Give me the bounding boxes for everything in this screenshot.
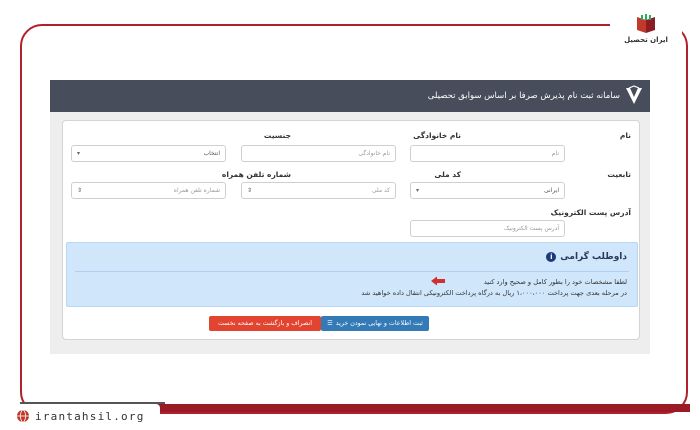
email-placeholder: آدرس پست الکترونیک [504,225,559,232]
notice-line-2: در مرحله بعدی جهت پرداخت ۱،۰۰۰،۰۰۰ ریال … [361,289,627,297]
registration-window: سامانه ثبت نام پذیرش صرفا بر اساس سوابق … [50,80,650,354]
email-label: آدرس پست الکترونیک [550,208,631,217]
name-label: نام [619,131,631,140]
brand-logo: ایران تحصیل [610,4,682,54]
submit-button-label: ثبت اطلاعات و نهایی نمودن خرید [335,320,423,327]
site-url-badge: irantahsil.org [10,404,160,428]
gender-value: انتخاب [203,150,221,157]
name-placeholder: نام [551,150,559,157]
notice-title: داوطلب گرامی i [546,252,627,262]
arrow-left-icon [431,276,445,286]
list-icon: ☰ [327,320,333,327]
site-url: irantahsil.org [35,409,145,423]
national-code-placeholder: کد ملی [371,187,390,194]
nationality-select[interactable]: ایرانی ▾ [410,182,565,199]
cancel-button[interactable]: انصراف و بازگشت به صفحه نخست [209,316,321,331]
titlebar: سامانه ثبت نام پذیرش صرفا بر اساس سوابق … [50,80,650,112]
book-logo-icon [637,14,655,33]
family-placeholder: نام خانوادگی [358,150,390,157]
registration-form: نام نام خانوادگی جنسیت نام نام خانوادگی … [62,120,640,340]
info-notice: داوطلب گرامی i لطفا مشخصات خود را بطور ک… [66,242,638,307]
notice-line-1: لطفا مشخصات خود را بطور کامل و صحیح وارد… [483,278,627,286]
gender-label: جنسیت [263,131,291,140]
national-code-field[interactable]: کد ملی ⇕ [241,182,396,199]
spinner-icon: ⇕ [77,187,83,194]
notice-title-text: داوطلب گرامی [560,252,627,262]
spinner-icon: ⇕ [247,187,253,194]
mobile-label: شماره تلفن همراه [221,170,291,179]
notice-divider [75,271,629,272]
brand-logo-text: ایران تحصیل [624,36,668,44]
cancel-button-label: انصراف و بازگشت به صفحه نخست [218,320,312,327]
mobile-field[interactable]: شماره تلفن همراه ⇕ [71,182,226,199]
family-label: نام خانوادگی [413,131,461,140]
info-icon: i [546,252,557,262]
submit-button[interactable]: ثبت اطلاعات و نهایی نمودن خرید ☰ [321,316,429,331]
email-field[interactable]: آدرس پست الکترونیک [410,220,565,237]
national-code-label: کد ملی [434,170,461,179]
chevron-down-icon: ▾ [77,150,81,157]
globe-icon [17,409,29,423]
university-emblem-icon [626,85,642,104]
page-title: سامانه ثبت نام پذیرش صرفا بر اساس سوابق … [427,91,620,101]
name-field[interactable]: نام [410,145,565,162]
footer-bar [150,404,690,412]
nationality-value: ایرانی [544,187,559,194]
mobile-placeholder: شماره تلفن همراه [173,187,220,194]
family-field[interactable]: نام خانوادگی [241,145,396,162]
nationality-label: تابعیت [607,170,631,179]
gender-select[interactable]: انتخاب ▾ [71,145,226,162]
chevron-down-icon: ▾ [416,187,420,194]
